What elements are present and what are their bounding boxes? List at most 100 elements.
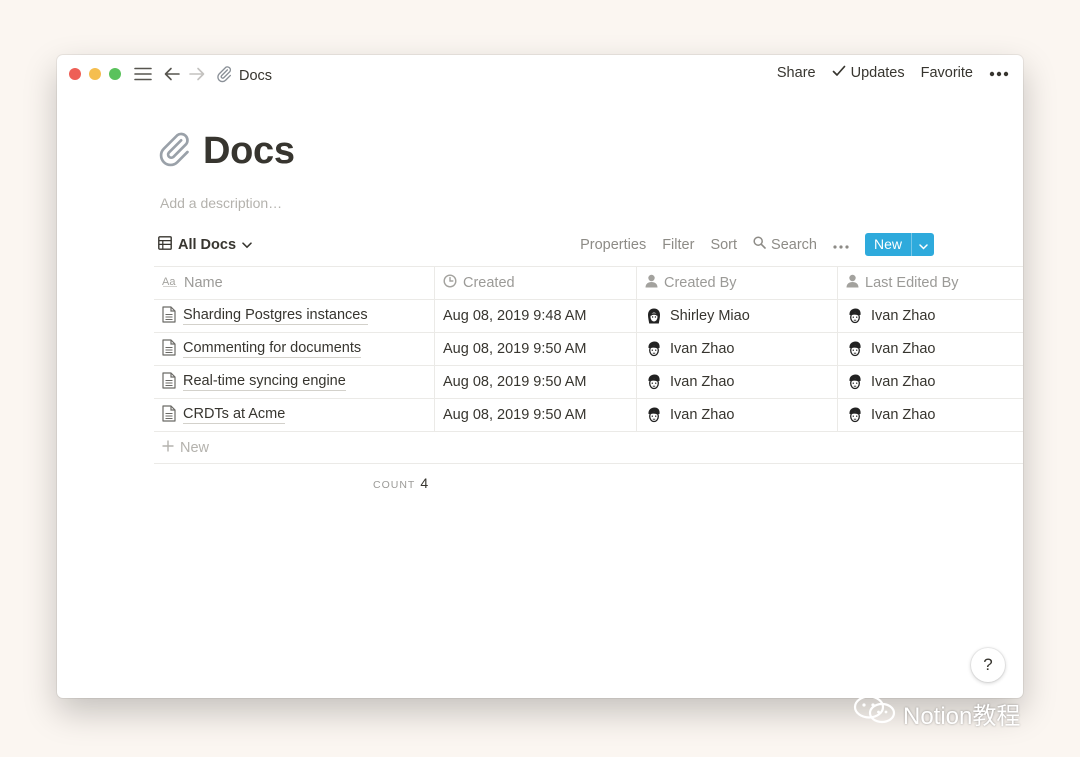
name-cell[interactable]: Real-time syncing engine: [154, 366, 435, 398]
created-cell: Aug 08, 2019 9:48 AM: [435, 300, 637, 332]
person-name: Ivan Zhao: [670, 374, 735, 390]
table-header: Aa Name Created Created By Last Edited B…: [154, 267, 1023, 300]
minimize-window-button[interactable]: [89, 68, 101, 80]
count-label: COUNT: [373, 479, 416, 491]
properties-button[interactable]: Properties: [580, 237, 646, 253]
add-row-label: New: [180, 439, 210, 456]
page-icon: [162, 338, 176, 360]
svg-text:Aa: Aa: [162, 276, 176, 287]
avatar: [846, 307, 864, 325]
avatar: [846, 340, 864, 358]
table-row[interactable]: Sharding Postgres instances Aug 08, 2019…: [154, 300, 1023, 333]
column-header-created[interactable]: Created: [435, 267, 637, 299]
share-button[interactable]: Share: [777, 65, 816, 81]
created-cell: Aug 08, 2019 9:50 AM: [435, 366, 637, 398]
created-cell: Aug 08, 2019 9:50 AM: [435, 399, 637, 431]
watermark: Notion教程: [853, 695, 1020, 732]
paperclip-icon: [215, 65, 233, 87]
last-edited-by-cell[interactable]: Ivan Zhao: [838, 300, 1023, 332]
close-window-button[interactable]: [69, 68, 81, 80]
favorite-label: Favorite: [920, 65, 973, 81]
person-name: Shirley Miao: [670, 308, 750, 324]
column-label: Created: [463, 275, 515, 291]
more-button[interactable]: [989, 65, 1009, 81]
created-cell: Aug 08, 2019 9:50 AM: [435, 333, 637, 365]
plus-icon: [162, 440, 174, 456]
hamburger-icon[interactable]: [133, 64, 153, 84]
maximize-window-button[interactable]: [109, 68, 121, 80]
column-header-last-edited-by[interactable]: Last Edited By: [838, 267, 1023, 299]
paperclip-icon[interactable]: [155, 129, 193, 174]
doc-title[interactable]: Real-time syncing engine: [183, 373, 346, 391]
new-button-label: New: [873, 236, 902, 252]
name-cell[interactable]: CRDTs at Acme: [154, 399, 435, 431]
page-icon: [162, 305, 176, 327]
last-edited-by-cell[interactable]: Ivan Zhao: [838, 399, 1023, 431]
person-name: Ivan Zhao: [871, 341, 936, 357]
name-cell[interactable]: Commenting for documents: [154, 333, 435, 365]
new-button[interactable]: New: [864, 233, 934, 256]
table-row[interactable]: Commenting for documents Aug 08, 2019 9:…: [154, 333, 1023, 366]
page-title-text[interactable]: Docs: [203, 130, 295, 173]
avatar: [645, 307, 663, 325]
breadcrumb-label: Docs: [239, 68, 273, 84]
view-selector[interactable]: All Docs: [158, 236, 252, 254]
doc-title[interactable]: CRDTs at Acme: [183, 406, 286, 424]
person-name: Ivan Zhao: [670, 341, 735, 357]
person-name: Ivan Zhao: [871, 374, 936, 390]
avatar: [645, 406, 663, 424]
created-by-cell[interactable]: Shirley Miao: [637, 300, 838, 332]
person-name: Ivan Zhao: [871, 308, 936, 324]
view-more-button[interactable]: [833, 237, 849, 253]
avatar: [645, 340, 663, 358]
favorite-button[interactable]: Favorite: [921, 65, 973, 81]
new-dropdown-button[interactable]: [911, 233, 934, 256]
person-name: Ivan Zhao: [670, 407, 735, 423]
doc-title[interactable]: Sharding Postgres instances: [183, 307, 368, 325]
updates-button[interactable]: Updates: [832, 65, 905, 81]
forward-arrow-icon[interactable]: [187, 64, 207, 84]
add-row-button[interactable]: New: [154, 432, 1023, 464]
column-label: Created By: [664, 275, 737, 291]
help-button[interactable]: ?: [971, 648, 1005, 682]
person-icon: [846, 274, 859, 292]
person-name: Ivan Zhao: [871, 407, 936, 423]
chevron-down-icon: [242, 237, 252, 253]
page-icon: [162, 404, 176, 426]
column-header-name[interactable]: Aa Name: [154, 267, 435, 299]
filter-button[interactable]: Filter: [662, 237, 694, 253]
table-icon: [158, 236, 172, 254]
doc-title[interactable]: Commenting for documents: [183, 340, 362, 358]
count-summary[interactable]: COUNT 4: [373, 475, 428, 491]
wechat-icon: [853, 695, 897, 732]
view-bar: All Docs Properties Filter Sort Search N: [154, 233, 934, 257]
column-header-created-by[interactable]: Created By: [637, 267, 838, 299]
page-icon: [162, 371, 176, 393]
created-by-cell[interactable]: Ivan Zhao: [637, 366, 838, 398]
description-placeholder[interactable]: Add a description…: [160, 195, 282, 211]
search-button[interactable]: Search: [753, 236, 817, 253]
view-name-label: All Docs: [178, 237, 237, 253]
avatar: [846, 406, 864, 424]
docs-table: Aa Name Created Created By Last Edited B…: [154, 266, 1023, 464]
created-by-cell[interactable]: Ivan Zhao: [637, 333, 838, 365]
avatar: [846, 373, 864, 391]
created-by-cell[interactable]: Ivan Zhao: [637, 399, 838, 431]
last-edited-by-cell[interactable]: Ivan Zhao: [838, 366, 1023, 398]
table-row[interactable]: CRDTs at Acme Aug 08, 2019 9:50 AM Ivan …: [154, 399, 1023, 432]
share-label: Share: [776, 65, 816, 81]
name-cell[interactable]: Sharding Postgres instances: [154, 300, 435, 332]
chevron-down-icon: [918, 237, 928, 253]
back-arrow-icon[interactable]: [162, 64, 182, 84]
more-icon: [833, 237, 849, 253]
breadcrumb[interactable]: Docs: [215, 65, 272, 87]
top-bar: Docs Share Updates Favorite: [57, 55, 1023, 93]
top-actions: Share Updates Favorite: [761, 65, 1009, 81]
sort-button[interactable]: Sort: [710, 237, 737, 253]
table-row[interactable]: Real-time syncing engine Aug 08, 2019 9:…: [154, 366, 1023, 399]
avatar: [645, 373, 663, 391]
more-icon: [989, 65, 1009, 81]
page-title: Docs: [155, 129, 295, 174]
text-property-icon: Aa: [162, 275, 178, 291]
last-edited-by-cell[interactable]: Ivan Zhao: [838, 333, 1023, 365]
